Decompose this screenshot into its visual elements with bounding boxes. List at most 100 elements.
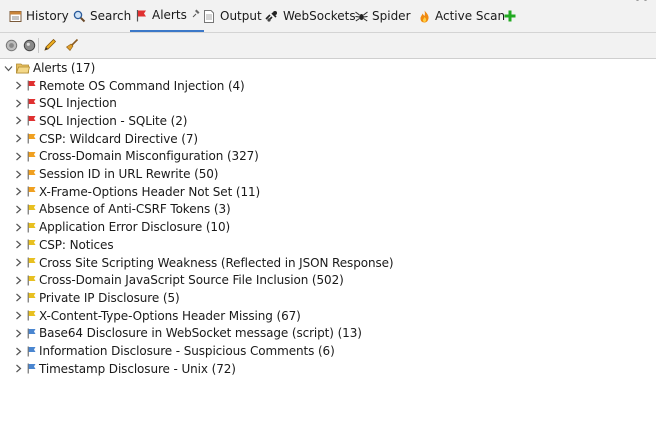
chevron-right-icon[interactable] <box>12 133 24 145</box>
circle-dark-icon[interactable] <box>21 37 37 53</box>
alert-item[interactable]: Private IP Disclosure (5) <box>12 289 180 307</box>
info-risk-flag-icon <box>26 345 36 357</box>
alert-label: SQL Injection <box>39 96 117 111</box>
tree-root-alerts[interactable]: Alerts (17) <box>2 59 95 77</box>
alert-label: Application Error Disclosure (10) <box>39 220 231 235</box>
low-risk-flag-icon <box>26 310 36 322</box>
alert-label: Cross-Domain Misconfiguration (327) <box>39 149 259 164</box>
alert-label: Remote OS Command Injection (4) <box>39 78 245 93</box>
info-risk-flag-icon <box>26 327 36 339</box>
window-control-dot <box>644 0 647 1</box>
alert-item[interactable]: Cross-Domain JavaScript Source File Incl… <box>12 271 344 289</box>
high-risk-flag-icon <box>26 97 36 109</box>
chevron-right-icon[interactable] <box>12 115 24 127</box>
tab-history[interactable]: History <box>4 0 73 32</box>
chevron-right-icon[interactable] <box>12 203 24 215</box>
alert-item[interactable]: SQL Injection - SQLite (2) <box>12 112 187 130</box>
chevron-right-icon[interactable] <box>12 310 24 322</box>
tab-label: Active Scan <box>435 9 506 23</box>
high-risk-flag-icon <box>26 115 36 127</box>
medium-risk-flag-icon <box>26 168 36 180</box>
alert-item[interactable]: Cross Site Scripting Weakness (Reflected… <box>12 254 394 272</box>
alert-item[interactable]: Information Disclosure - Suspicious Comm… <box>12 342 335 360</box>
tab-label: Output <box>220 9 262 23</box>
alert-label: Timestamp Disclosure - Unix (72) <box>39 361 236 376</box>
plus-icon <box>503 9 517 23</box>
alert-label: Absence of Anti-CSRF Tokens (3) <box>39 202 231 217</box>
alert-label: Information Disclosure - Suspicious Comm… <box>39 344 335 358</box>
alert-item[interactable]: CSP: Notices <box>12 236 114 254</box>
chevron-right-icon[interactable] <box>12 221 24 233</box>
alert-label: SQL Injection - SQLite (2) <box>39 113 188 128</box>
circle-gray-icon[interactable] <box>3 37 19 53</box>
chevron-right-icon[interactable] <box>12 186 24 198</box>
chevron-right-icon[interactable] <box>12 363 24 375</box>
folder-open-icon <box>16 62 30 74</box>
medium-risk-flag-icon <box>26 150 36 162</box>
flame-icon <box>417 9 431 23</box>
info-risk-flag-icon <box>26 363 36 375</box>
tree-node-label: Alerts (17) <box>33 61 96 75</box>
chevron-right-icon[interactable] <box>12 274 24 286</box>
chevron-down-icon[interactable] <box>2 62 14 74</box>
tab-label: Alerts <box>152 8 187 22</box>
high-risk-flag-icon <box>26 80 36 92</box>
pencil-icon[interactable] <box>42 37 58 53</box>
low-risk-flag-icon <box>26 239 36 251</box>
alert-label: Session ID in URL Rewrite (50) <box>39 167 219 181</box>
tab-label: WebSockets <box>283 9 356 23</box>
alert-item[interactable]: Cross-Domain Misconfiguration (327) <box>12 147 259 165</box>
chevron-right-icon[interactable] <box>12 150 24 162</box>
document-icon <box>202 9 216 23</box>
alert-item[interactable]: Timestamp Disclosure - Unix (72) <box>12 360 236 378</box>
tab-alerts[interactable]: Alerts <box>130 0 204 32</box>
alert-item[interactable]: Remote OS Command Injection (4) <box>12 77 245 95</box>
alert-item[interactable]: X-Frame-Options Header Not Set (11) <box>12 183 260 201</box>
add-tab-button[interactable] <box>499 0 521 32</box>
alert-item[interactable]: SQL Injection <box>12 94 117 112</box>
tab-label: Spider <box>372 9 411 23</box>
alerts-tree[interactable]: Alerts (17) Remote OS Command Injection … <box>0 59 656 426</box>
alert-label: Private IP Disclosure (5) <box>39 290 180 305</box>
alerts-toolbar <box>0 33 656 59</box>
tab-websockets[interactable]: WebSockets <box>261 0 360 32</box>
broom-icon[interactable] <box>64 37 80 53</box>
alert-item[interactable]: CSP: Wildcard Directive (7) <box>12 130 198 148</box>
alert-label: CSP: Wildcard Directive (7) <box>39 131 198 146</box>
tab-output[interactable]: Output <box>198 0 266 32</box>
chevron-right-icon[interactable] <box>12 327 24 339</box>
tab-search[interactable]: Search <box>68 0 135 32</box>
history-icon <box>8 9 22 23</box>
tab-bar: History Search Alerts Output WebSockets … <box>0 0 656 33</box>
low-risk-flag-icon <box>26 203 36 215</box>
alert-item[interactable]: Application Error Disclosure (10) <box>12 218 230 236</box>
chevron-right-icon[interactable] <box>12 239 24 251</box>
chevron-right-icon[interactable] <box>12 345 24 357</box>
alert-item[interactable]: Base64 Disclosure in WebSocket message (… <box>12 324 362 342</box>
spider-icon <box>354 9 368 23</box>
tab-active-scan[interactable]: Active Scan <box>413 0 509 32</box>
low-risk-flag-icon <box>26 274 36 286</box>
tab-spider[interactable]: Spider <box>350 0 415 32</box>
alert-label: X-Content-Type-Options Header Missing (6… <box>39 308 301 323</box>
alert-label: Cross Site Scripting Weakness (Reflected… <box>39 255 394 270</box>
search-icon <box>72 9 86 23</box>
alert-item[interactable]: X-Content-Type-Options Header Missing (6… <box>12 307 301 325</box>
alert-item[interactable]: Session ID in URL Rewrite (50) <box>12 165 218 183</box>
chevron-right-icon[interactable] <box>12 257 24 269</box>
websocket-icon <box>265 9 279 23</box>
chevron-right-icon[interactable] <box>12 292 24 304</box>
chevron-right-icon[interactable] <box>12 80 24 92</box>
alert-label: Base64 Disclosure in WebSocket message (… <box>39 326 362 341</box>
window-control-dot <box>636 0 639 1</box>
chevron-right-icon[interactable] <box>12 97 24 109</box>
low-risk-flag-icon <box>26 257 36 269</box>
medium-risk-flag-icon <box>26 186 36 198</box>
alert-label: X-Frame-Options Header Not Set (11) <box>39 184 261 199</box>
tab-label: Search <box>90 9 132 23</box>
flag-icon <box>134 8 148 22</box>
low-risk-flag-icon <box>26 292 36 304</box>
low-risk-flag-icon <box>26 221 36 233</box>
chevron-right-icon[interactable] <box>12 168 24 180</box>
alert-item[interactable]: Absence of Anti-CSRF Tokens (3) <box>12 200 231 218</box>
